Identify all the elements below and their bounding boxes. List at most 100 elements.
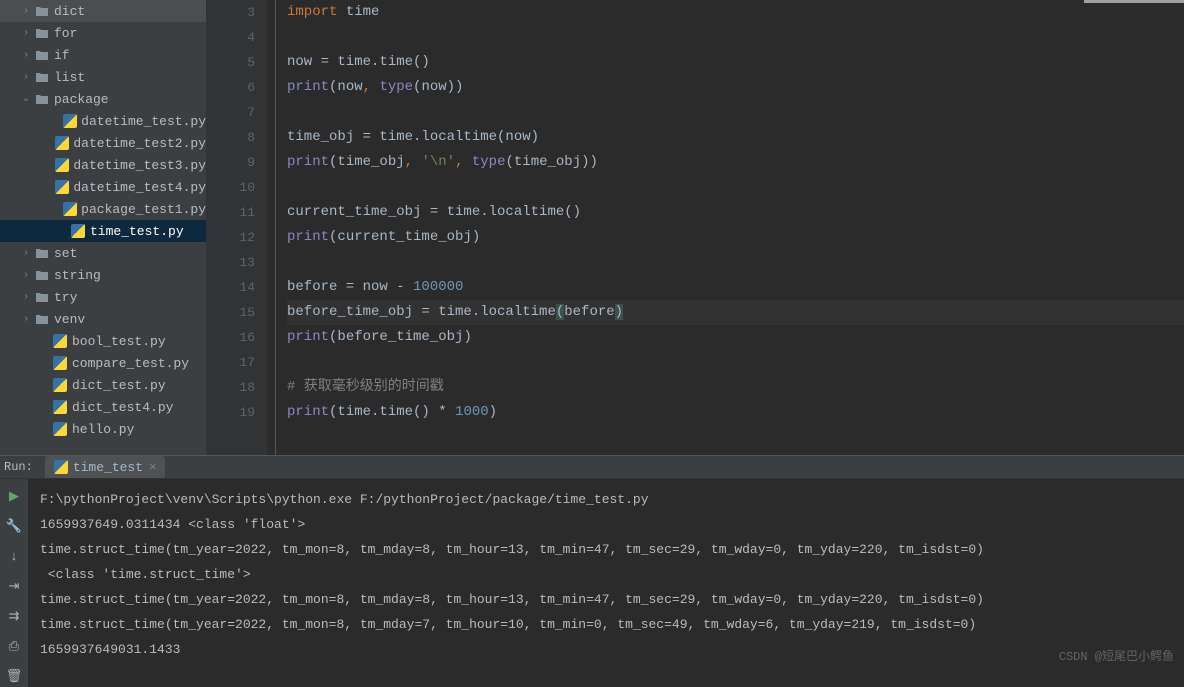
code-line[interactable]: print(time_obj, '\n', type(time_obj)) (287, 150, 1184, 175)
chevron-icon[interactable]: › (18, 292, 34, 303)
tree-item-try[interactable]: ›try (0, 286, 206, 308)
chevron-icon[interactable]: › (18, 6, 34, 17)
python-file-icon (55, 135, 69, 151)
code-line[interactable] (287, 175, 1184, 200)
line-number: 15 (207, 300, 255, 325)
tree-label: package_test1.py (81, 202, 206, 217)
run-panel: Run: time_test × ▶ 🔧 ↓ ⇥ ⇉ ⎙ 🗑 F:\python… (0, 455, 1184, 670)
line-number: 19 (207, 400, 255, 425)
line-number: 8 (207, 125, 255, 150)
folder-icon (34, 267, 50, 283)
code-line[interactable] (287, 250, 1184, 275)
folder-icon (34, 25, 50, 41)
tree-label: set (54, 246, 77, 261)
line-number: 4 (207, 25, 255, 50)
tree-item-package_test1-py[interactable]: package_test1.py (0, 198, 206, 220)
folder-icon (34, 289, 50, 305)
project-tree[interactable]: › dict › for › if › list ⌄package datetime_test.p… (0, 0, 207, 455)
line-number: 12 (207, 225, 255, 250)
run-tab[interactable]: time_test × (45, 456, 165, 478)
tree-label: for (54, 26, 77, 41)
chevron-icon[interactable]: › (18, 28, 34, 39)
code-line[interactable]: current_time_obj = time.localtime() (287, 200, 1184, 225)
run-tab-name: time_test (73, 460, 143, 475)
chevron-icon[interactable]: ⌄ (18, 93, 34, 105)
code-line[interactable]: print(now, type(now)) (287, 75, 1184, 100)
tree-item-list[interactable]: › list (0, 66, 206, 88)
watermark: CSDN @短尾巴小鳄鱼 (1059, 647, 1174, 664)
tree-item-datetime_test-py[interactable]: datetime_test.py (0, 110, 206, 132)
folder-icon (34, 91, 50, 107)
python-file-icon (52, 355, 68, 371)
tree-label: dict_test.py (72, 378, 166, 393)
run-label: Run: (4, 460, 33, 474)
tree-item-dict_test4-py[interactable]: dict_test4.py (0, 396, 206, 418)
tree-item-dict_test-py[interactable]: dict_test.py (0, 374, 206, 396)
tree-item-bool_test-py[interactable]: bool_test.py (0, 330, 206, 352)
tree-item-datetime_test3-py[interactable]: datetime_test3.py (0, 154, 206, 176)
code-editor[interactable]: 345678910111213141516171819 import timen… (207, 0, 1184, 455)
chevron-icon[interactable]: › (18, 270, 34, 281)
tree-label: list (54, 70, 85, 85)
tree-item-venv[interactable]: ›venv (0, 308, 206, 330)
wrench-icon[interactable]: 🔧 (3, 515, 25, 537)
line-number: 11 (207, 200, 255, 225)
chevron-icon[interactable]: › (18, 50, 34, 61)
code-line[interactable]: before = now - 100000 (287, 275, 1184, 300)
line-number: 16 (207, 325, 255, 350)
code-line[interactable]: print(current_time_obj) (287, 225, 1184, 250)
tree-label: dict (54, 4, 85, 19)
code-line[interactable] (287, 100, 1184, 125)
print-icon[interactable]: ⎙ (3, 635, 25, 657)
down-icon[interactable]: ↓ (3, 545, 25, 567)
tree-item-compare_test-py[interactable]: compare_test.py (0, 352, 206, 374)
line-number: 13 (207, 250, 255, 275)
chevron-icon[interactable]: › (18, 248, 34, 259)
tree-item-for[interactable]: › for (0, 22, 206, 44)
close-icon[interactable]: × (149, 460, 157, 475)
code-content[interactable]: import time now = time.time()print(now, t… (267, 0, 1184, 455)
code-line[interactable]: now = time.time() (287, 50, 1184, 75)
code-line[interactable]: before_time_obj = time.localtime(before) (287, 300, 1184, 325)
run-toolbar: ▶ 🔧 ↓ ⇥ ⇉ ⎙ 🗑 (0, 479, 28, 687)
folder-icon (34, 311, 50, 327)
tree-item-datetime_test2-py[interactable]: datetime_test2.py (0, 132, 206, 154)
python-file-icon (55, 157, 69, 173)
tree-item-set[interactable]: › set (0, 242, 206, 264)
python-file-icon (52, 377, 68, 393)
code-line[interactable]: print(time.time() * 1000) (287, 400, 1184, 425)
tree-label: if (54, 48, 70, 63)
tree-label: string (54, 268, 101, 283)
python-file-icon (52, 333, 68, 349)
folder-icon (34, 69, 50, 85)
folder-icon (34, 3, 50, 19)
trash-icon[interactable]: 🗑 (3, 665, 25, 687)
line-number: 14 (207, 275, 255, 300)
tree-label: hello.py (72, 422, 134, 437)
run-output[interactable]: F:\pythonProject\venv\Scripts\python.exe… (28, 479, 1184, 687)
code-line[interactable]: time_obj = time.localtime(now) (287, 125, 1184, 150)
tree-item-string[interactable]: › string (0, 264, 206, 286)
tree-item-dict[interactable]: › dict (0, 0, 206, 22)
tree-label: datetime_test.py (81, 114, 206, 129)
code-line[interactable]: print(before_time_obj) (287, 325, 1184, 350)
run-button[interactable]: ▶ (3, 485, 25, 507)
tree-label: compare_test.py (72, 356, 189, 371)
tree-label: datetime_test2.py (73, 136, 206, 151)
code-line[interactable]: import time (287, 0, 1184, 25)
tree-item-package[interactable]: ⌄package (0, 88, 206, 110)
line-number: 6 (207, 75, 255, 100)
tree-item-hello-py[interactable]: hello.py (0, 418, 206, 440)
code-line[interactable] (287, 25, 1184, 50)
python-icon (53, 459, 69, 475)
chevron-icon[interactable]: › (18, 314, 34, 325)
tree-item-datetime_test4-py[interactable]: datetime_test4.py (0, 176, 206, 198)
code-line[interactable]: # 获取毫秒级别的时间戳 (287, 375, 1184, 400)
chevron-icon[interactable]: › (18, 72, 34, 83)
layout-icon[interactable]: ⇉ (3, 605, 25, 627)
tree-label: dict_test4.py (72, 400, 173, 415)
tree-item-if[interactable]: › if (0, 44, 206, 66)
code-line[interactable] (287, 350, 1184, 375)
tree-item-time_test-py[interactable]: time_test.py (0, 220, 206, 242)
step-icon[interactable]: ⇥ (3, 575, 25, 597)
